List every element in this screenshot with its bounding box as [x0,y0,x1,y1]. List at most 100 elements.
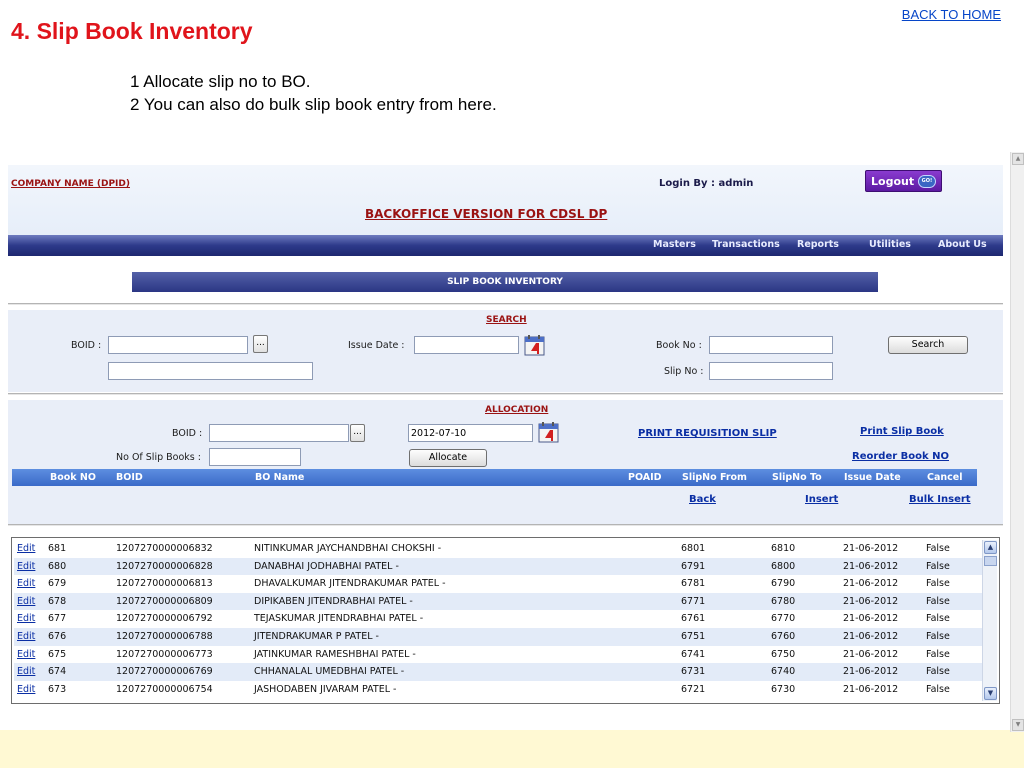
book-no-cell: 674 [48,666,67,678]
search-boid-secondary-input[interactable] [108,362,313,380]
edit-link[interactable]: Edit [17,561,35,572]
reorder-book-no-link[interactable]: Reorder Book NO [852,451,949,462]
calendar-icon[interactable] [537,420,561,444]
app-header: COMPANY NAME (DPID) Login By : admin Log… [8,165,1003,235]
instruction-note: 1 Allocate slip no to BO. [130,72,311,91]
slip-to-cell: 6750 [771,648,796,660]
scrollbar-thumb[interactable] [984,556,997,566]
slip-from-cell: 6771 [681,595,706,607]
edit-link[interactable]: Edit [17,578,35,589]
allocation-boid-input[interactable] [209,424,349,442]
book-no-cell: 675 [48,648,67,660]
search-heading: SEARCH [486,315,527,325]
slip-from-cell: 6721 [681,683,706,695]
book-no-cell: 678 [48,595,67,607]
boid-cell: 1207270000006828 [116,560,213,572]
issue-date-cell: 21-06-2012 [843,578,899,590]
chevron-down-icon[interactable]: ▼ [984,687,997,700]
edit-link[interactable]: Edit [17,666,35,677]
menu-about-us[interactable]: About Us [938,239,987,250]
menu-masters[interactable]: Masters [653,239,696,250]
edit-link[interactable]: Edit [17,631,35,642]
print-slip-book-link[interactable]: Print Slip Book [860,426,944,437]
column-header: BO Name [255,472,305,483]
grid-header: Book NO BOID BO Name POAID SlipNo From S… [12,469,977,486]
login-by-label: Login By : admin [659,178,754,189]
grid-action-bar: Back Insert Bulk Insert [8,486,1003,514]
slip-to-cell: 6810 [771,543,796,554]
bo-name-cell: JATINKUMAR RAMESHBHAI PATEL - [254,648,416,660]
table-row: Edit 673 1207270000006754 JASHODABEN JIVARA… [14,681,982,699]
bo-name-cell: DANABHAI JODHABHAI PATEL - [254,560,399,572]
print-requisition-slip-link[interactable]: PRINT REQUISITION SLIP [638,428,777,439]
slip-no-label: Slip No : [664,366,704,377]
main-menubar: Masters Transactions Reports Utilities A… [8,235,1003,256]
book-no-cell: 680 [48,560,67,572]
slide-title: 4. Slip Book Inventory [11,18,253,44]
cancel-cell: False [926,683,950,695]
slip-no-input[interactable] [709,362,833,380]
logout-button[interactable]: Logout GO! [865,170,942,192]
search-button[interactable]: Search [888,336,968,354]
no-of-slip-books-input[interactable] [209,448,301,466]
issue-date-input[interactable] [414,336,519,354]
issue-date-cell: 21-06-2012 [843,543,899,554]
divider [8,393,1003,395]
menu-utilities[interactable]: Utilities [869,239,911,250]
allocation-date-input[interactable] [408,424,533,442]
search-boid-input[interactable] [108,336,248,354]
bo-name-cell: CHHANALAL UMEDBHAI PATEL - [254,666,405,678]
slip-to-cell: 6780 [771,595,796,607]
edit-link[interactable]: Edit [17,543,35,554]
cancel-cell: False [926,595,950,607]
edit-link[interactable]: Edit [17,596,35,607]
cancel-cell: False [926,666,950,678]
menu-reports[interactable]: Reports [797,239,839,250]
section-title-bar: SLIP BOOK INVENTORY [132,272,878,292]
slip-from-cell: 6751 [681,631,706,642]
calendar-icon[interactable] [523,333,547,357]
boid-cell: 1207270000006788 [116,631,213,642]
slip-from-cell: 6731 [681,666,706,678]
menu-transactions[interactable]: Transactions [712,239,780,250]
back-link[interactable]: Back [689,494,716,505]
chevron-up-icon[interactable]: ▲ [1012,153,1024,165]
book-no-cell: 679 [48,578,67,590]
no-of-slip-books-label: No Of Slip Books : [116,452,201,463]
column-header: Book NO [50,472,96,483]
search-panel: SEARCH BOID : ... Issue Date : Book No :… [8,310,1003,392]
issue-date-cell: 21-06-2012 [843,648,899,660]
book-no-input[interactable] [709,336,833,354]
list-scrollbar[interactable]: ▲ ▼ [982,540,997,701]
bulk-insert-link[interactable]: Bulk Insert [909,494,971,505]
table-row: Edit 676 1207270000006788 JITENDRAKUMAR P P… [14,628,982,646]
edit-link[interactable]: Edit [17,684,35,695]
column-header: POAID [628,472,662,483]
issue-date-cell: 21-06-2012 [843,613,899,625]
cancel-cell: False [926,560,950,572]
table-row: Edit 680 1207270000006828 DANABHAI JODHABHA… [14,557,982,576]
chevron-up-icon[interactable]: ▲ [984,541,997,554]
chevron-down-icon[interactable]: ▼ [1012,719,1024,731]
issue-date-cell: 21-06-2012 [843,595,899,607]
cancel-cell: False [926,543,950,554]
cancel-cell: False [926,631,950,642]
edit-link[interactable]: Edit [17,613,35,624]
slip-from-cell: 6791 [681,560,706,572]
table-row: Edit 674 1207270000006769 CHHANALAL UMEDBHA… [14,663,982,681]
page-scrollbar[interactable]: ▲ ▼ [1010,152,1024,732]
column-header: SlipNo From [682,472,747,483]
search-boid-lookup-button[interactable]: ... [253,335,268,353]
slip-book-rows: Edit 681 1207270000006832 NITINKUMAR JAYCHA… [14,540,982,701]
insert-link[interactable]: Insert [805,494,838,505]
allocate-button[interactable]: Allocate [409,449,487,467]
search-boid-label: BOID : [71,340,102,351]
table-row: Edit 678 1207270000006809 DIPIKABEN JITENDR… [14,592,982,611]
back-to-home-link[interactable]: BACK TO HOME [902,7,1001,22]
book-no-cell: 681 [48,543,67,554]
slip-to-cell: 6730 [771,683,796,695]
edit-link[interactable]: Edit [17,649,35,660]
divider [8,303,1003,305]
book-no-cell: 677 [48,613,67,625]
allocation-boid-lookup-button[interactable]: ... [350,424,365,442]
